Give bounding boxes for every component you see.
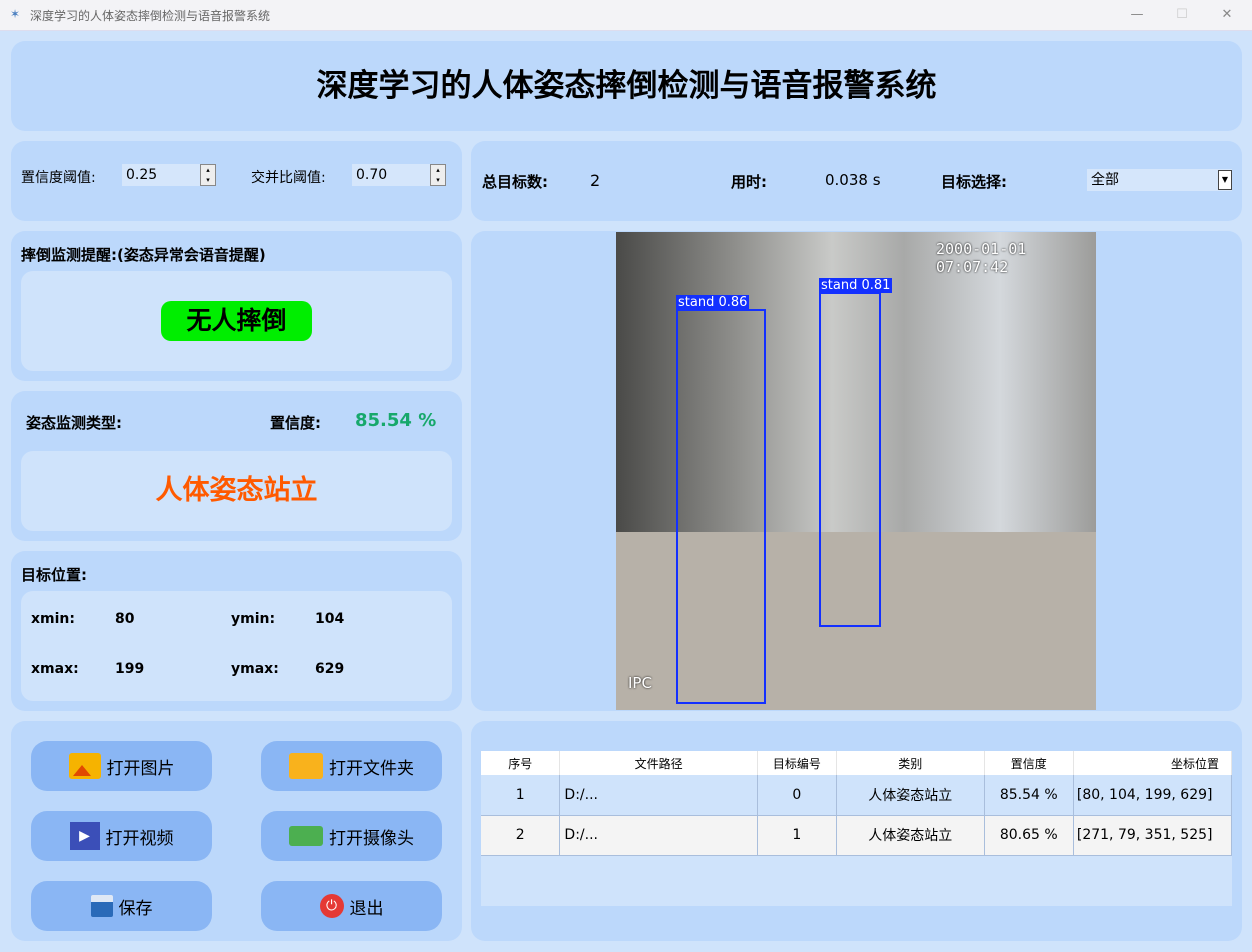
cell: D:/...: [559, 815, 758, 856]
window-title: 深度学习的人体姿态摔倒检测与语音报警系统: [30, 9, 271, 23]
pose-panel: 姿态监测类型: 置信度: 85.54 % 人体姿态站立: [11, 391, 462, 541]
conf-spin-buttons[interactable]: ▴ ▾: [200, 164, 216, 186]
image-icon: [68, 753, 101, 779]
col-header[interactable]: 坐标位置: [1073, 751, 1232, 775]
open-image-label: 打开图片: [106, 758, 175, 779]
col-header[interactable]: 类别: [836, 751, 985, 775]
cell: 80.65 %: [984, 815, 1074, 856]
target-select-value: 全部: [1091, 172, 1119, 188]
open-video-label: 打开视频: [105, 828, 174, 849]
table-row[interactable]: 2 D:/... 1 人体姿态站立 80.65 % [271, 79, 351,…: [481, 815, 1232, 856]
pose-conf-label: 置信度:: [270, 414, 321, 432]
open-camera-label: 打开摄像头: [329, 828, 414, 849]
cell: 85.54 %: [984, 775, 1074, 816]
pose-result: 人体姿态站立: [21, 451, 452, 531]
power-icon: ⏻: [319, 894, 344, 918]
cell: [271, 79, 351, 525]: [1073, 815, 1232, 856]
cell: 1: [481, 775, 561, 816]
chevron-down-icon[interactable]: ▼: [1218, 170, 1232, 190]
camera-icon: [289, 826, 323, 846]
open-folder-label: 打开文件夹: [329, 758, 414, 779]
image-panel: 2000-01-01 07:07:42 IPC stand 0.86 stand…: [471, 231, 1242, 711]
results-panel: 序号 文件路径 目标编号 类别 置信度 坐标位置 1 D:/... 0 人体姿态…: [471, 721, 1242, 941]
cell: D:/...: [559, 775, 758, 816]
col-header[interactable]: 目标编号: [757, 751, 837, 775]
col-header[interactable]: 序号: [481, 751, 561, 775]
fall-status-badge: 无人摔倒: [161, 301, 312, 341]
maximize-button[interactable]: ☐: [1167, 4, 1197, 26]
xmax-label: xmax:: [31, 661, 79, 677]
bounding-box: stand 0.86: [676, 295, 766, 704]
cell: 2: [481, 815, 561, 856]
ymin-value: 104: [315, 611, 345, 627]
fall-alert-panel: 摔倒监测提醒:(姿态异常会语音提醒) 无人摔倒: [11, 231, 462, 381]
exit-button[interactable]: ⏻ 退出: [261, 881, 442, 931]
cell: 人体姿态站立: [836, 775, 985, 816]
xmax-value: 199: [115, 661, 145, 677]
timestamp-overlay: 2000-01-01 07:07:42: [936, 240, 1027, 276]
video-icon: ▶: [69, 822, 100, 850]
target-select-dropdown[interactable]: 全部 ▼: [1087, 169, 1232, 191]
header-panel: 深度学习的人体姿态摔倒检测与语音报警系统: [11, 41, 1242, 131]
exit-label: 退出: [349, 898, 384, 919]
page-title: 深度学习的人体姿态摔倒检测与语音报警系统: [316, 68, 937, 104]
save-icon: [90, 895, 113, 917]
xmin-value: 80: [115, 611, 135, 627]
iou-threshold-label: 交并比阈值:: [251, 170, 326, 186]
detection-image: 2000-01-01 07:07:42 IPC stand 0.86 stand…: [616, 232, 1096, 710]
ipc-watermark: IPC: [628, 674, 652, 692]
bounding-box: stand 0.81: [819, 278, 893, 627]
close-button[interactable]: ✕: [1212, 4, 1242, 26]
position-label: 目标位置:: [21, 566, 87, 584]
box-label: stand 0.86: [676, 295, 750, 310]
conf-threshold-label: 置信度阈值:: [21, 170, 96, 186]
time-label: 用时:: [731, 173, 767, 191]
conf-threshold-input[interactable]: 0.25: [122, 164, 202, 186]
cell: 人体姿态站立: [836, 815, 985, 856]
time-value: 0.038 s: [825, 171, 881, 189]
total-targets-label: 总目标数:: [482, 173, 548, 191]
open-video-button[interactable]: ▶ 打开视频: [31, 811, 212, 861]
cell: 0: [757, 775, 837, 816]
fall-alert-label: 摔倒监测提醒:(姿态异常会语音提醒): [21, 246, 266, 264]
results-table: 序号 文件路径 目标编号 类别 置信度 坐标位置 1 D:/... 0 人体姿态…: [481, 751, 1232, 856]
pose-conf-value: 85.54 %: [355, 410, 437, 431]
iou-threshold-input[interactable]: 0.70: [352, 164, 432, 186]
position-panel: 目标位置: xmin: 80 ymin: 104 xmax: 199 ymax:…: [11, 551, 462, 711]
col-header[interactable]: 文件路径: [559, 751, 758, 775]
folder-icon: [289, 753, 323, 779]
app-icon: ✶: [10, 7, 21, 21]
table-row[interactable]: 1 D:/... 0 人体姿态站立 85.54 % [80, 104, 199,…: [481, 775, 1232, 816]
title-bar: ✶ 深度学习的人体姿态摔倒检测与语音报警系统 — ☐ ✕: [0, 0, 1252, 31]
open-folder-button[interactable]: 打开文件夹: [261, 741, 442, 791]
save-button[interactable]: 保存: [31, 881, 212, 931]
ymax-label: ymax:: [231, 661, 279, 677]
results-table-container: 序号 文件路径 目标编号 类别 置信度 坐标位置 1 D:/... 0 人体姿态…: [481, 751, 1232, 906]
cell: 1: [757, 815, 837, 856]
position-box: xmin: 80 ymin: 104 xmax: 199 ymax: 629: [21, 591, 452, 701]
xmin-label: xmin:: [31, 611, 75, 627]
box-label: stand 0.81: [819, 278, 893, 293]
open-camera-button[interactable]: 打开摄像头: [261, 811, 442, 861]
fall-status-box: 无人摔倒: [21, 271, 452, 371]
cell: [80, 104, 199, 629]: [1073, 775, 1232, 816]
ymin-label: ymin:: [231, 611, 276, 627]
target-select-label: 目标选择:: [941, 173, 1007, 191]
params-panel: 置信度阈值: 0.25 ▴ ▾ 交并比阈值: 0.70 ▴ ▾: [11, 141, 462, 221]
actions-panel: 打开图片 打开文件夹 ▶ 打开视频 打开摄像头 保存 ⏻ 退出: [11, 721, 462, 941]
ymax-value: 629: [315, 661, 345, 677]
iou-spin-buttons[interactable]: ▴ ▾: [430, 164, 446, 186]
open-image-button[interactable]: 打开图片: [31, 741, 212, 791]
col-header[interactable]: 置信度: [984, 751, 1074, 775]
total-targets-value: 2: [590, 171, 601, 190]
minimize-button[interactable]: —: [1122, 4, 1152, 26]
save-label: 保存: [118, 898, 153, 919]
pose-type-label: 姿态监测类型:: [26, 414, 122, 432]
stats-panel: 总目标数: 2 用时: 0.038 s 目标选择: 全部 ▼: [471, 141, 1242, 221]
